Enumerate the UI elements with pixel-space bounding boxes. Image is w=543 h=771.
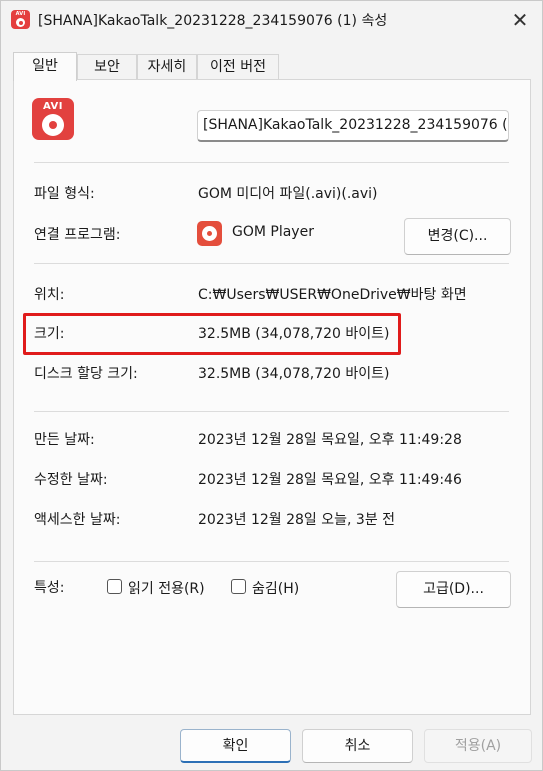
- tab-previous-versions[interactable]: 이전 버전: [197, 54, 279, 80]
- size-on-disk-label: 디스크 할당 크기:: [34, 366, 138, 382]
- hidden-checkbox-label[interactable]: 숨김(H): [252, 578, 299, 598]
- avi-file-icon: AVI: [32, 98, 74, 140]
- title-icon-label: AVI: [15, 11, 26, 17]
- size-on-disk-value: 32.5MB (34,078,720 바이트): [198, 366, 390, 382]
- location-value: C:₩Users₩USER₩OneDrive₩바탕 화면: [198, 287, 467, 303]
- general-tab-panel: [13, 79, 531, 715]
- modified-value: 2023년 12월 28일 목요일, 오후 11:49:46: [198, 472, 462, 488]
- close-button[interactable]: ✕: [497, 1, 543, 39]
- created-label: 만든 날짜:: [34, 432, 95, 448]
- film-reel-icon: [42, 114, 64, 136]
- divider: [34, 411, 509, 412]
- avi-file-icon: AVI: [11, 10, 30, 29]
- readonly-checkbox-label[interactable]: 읽기 전용(R): [128, 578, 205, 598]
- tab-security[interactable]: 보안: [77, 54, 137, 80]
- title-bar: AVI [SHANA]KakaoTalk_20231228_234159076 …: [1, 1, 542, 39]
- divider: [34, 162, 509, 163]
- created-value: 2023년 12월 28일 목요일, 오후 11:49:28: [198, 432, 462, 448]
- size-value: 32.5MB (34,078,720 바이트): [198, 326, 390, 342]
- opens-with-value: GOM Player: [232, 224, 314, 240]
- readonly-checkbox[interactable]: [107, 579, 122, 594]
- ok-button[interactable]: 확인: [180, 729, 291, 763]
- tab-details[interactable]: 자세히: [137, 54, 197, 80]
- file-icon-label: AVI: [42, 101, 64, 112]
- divider: [34, 561, 509, 562]
- apply-button[interactable]: 적용(A): [424, 729, 532, 763]
- size-label: 크기:: [34, 326, 65, 342]
- change-program-button[interactable]: 변경(C)...: [404, 218, 511, 255]
- file-type-label: 파일 형식:: [34, 186, 95, 202]
- properties-dialog: AVI [SHANA]KakaoTalk_20231228_234159076 …: [0, 0, 543, 771]
- gom-player-icon: [197, 221, 222, 246]
- film-reel-icon: [16, 18, 25, 27]
- file-name-input[interactable]: [SHANA]KakaoTalk_20231228_234159076 (1): [197, 110, 509, 142]
- hidden-checkbox[interactable]: [231, 579, 246, 594]
- accessed-value: 2023년 12월 28일 오늘, 3분 전: [198, 512, 396, 528]
- modified-label: 수정한 날짜:: [34, 472, 108, 488]
- advanced-button[interactable]: 고급(D)...: [396, 571, 511, 608]
- tab-general[interactable]: 일반: [13, 52, 77, 81]
- attributes-label: 특성:: [34, 580, 65, 596]
- cancel-button[interactable]: 취소: [302, 729, 413, 763]
- opens-with-label: 연결 프로그램:: [34, 227, 121, 243]
- file-type-value: GOM 미디어 파일(.avi)(.avi): [198, 186, 378, 202]
- accessed-label: 액세스한 날짜:: [34, 512, 121, 528]
- divider: [34, 263, 509, 264]
- location-label: 위치:: [34, 287, 65, 303]
- window-title: [SHANA]KakaoTalk_20231228_234159076 (1) …: [38, 13, 388, 29]
